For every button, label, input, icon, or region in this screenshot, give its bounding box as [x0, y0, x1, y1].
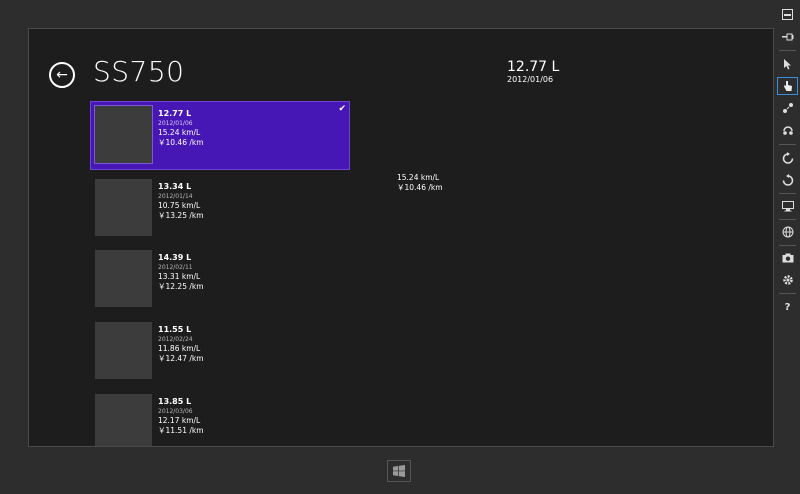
entry-cost: ￥12.47 /km — [158, 354, 204, 363]
detail-amount: 12.77 L — [507, 59, 560, 75]
list-item[interactable]: 11.55 L 2012/02/24 11.86 km/L ￥12.47 /km — [91, 318, 349, 385]
entry-amount: 14.39 L — [158, 253, 192, 262]
entry-date: 2012/03/06 — [158, 408, 193, 415]
entry-date: 2012/02/11 — [158, 264, 193, 271]
rotate-counterclockwise-icon[interactable] — [777, 171, 798, 189]
windows-logo-icon — [393, 465, 405, 477]
entry-amount: 11.55 L — [158, 325, 192, 334]
toolbar-divider — [779, 293, 796, 294]
windows-button[interactable] — [387, 460, 411, 482]
entry-cost: ￥12.25 /km — [158, 282, 204, 291]
entry-date: 2012/02/24 — [158, 336, 193, 343]
entry-cost: ￥11.51 /km — [158, 426, 204, 435]
list-item[interactable]: 13.34 L 2012/01/14 10.75 km/L ￥13.25 /km — [91, 175, 349, 242]
entry-thumbnail — [95, 179, 152, 236]
help-label: ? — [784, 301, 791, 313]
list-item[interactable]: 13.85 L 2012/03/06 12.17 km/L ￥11.51 /km — [91, 390, 349, 446]
simulator-toolbar: ? — [775, 0, 800, 494]
toolbar-divider — [779, 245, 796, 246]
entry-date: 2012/01/14 — [158, 193, 193, 200]
toolbar-divider — [779, 193, 796, 194]
entry-thumbnail — [94, 105, 153, 164]
list-item[interactable]: 14.39 L 2012/02/11 13.31 km/L ￥12.25 /km — [91, 246, 349, 313]
detail-cost: ￥10.46 /km — [397, 183, 443, 192]
minimize-icon[interactable] — [777, 5, 798, 23]
pin-icon[interactable] — [777, 28, 798, 46]
rotate-touch-icon[interactable] — [777, 121, 798, 139]
detail-efficiency: 15.24 km/L — [397, 173, 440, 182]
entry-amount: 13.34 L — [158, 182, 192, 191]
resolution-icon[interactable] — [777, 197, 798, 215]
entry-efficiency: 12.17 km/L — [158, 416, 201, 425]
entry-efficiency: 10.75 km/L — [158, 201, 201, 210]
entry-thumbnail — [95, 394, 152, 446]
back-button[interactable]: ← — [49, 62, 75, 88]
screenshot-camera-icon[interactable] — [777, 249, 798, 267]
mouse-pointer-icon[interactable] — [777, 55, 798, 73]
entry-amount: 12.77 L — [158, 109, 192, 118]
pinch-zoom-icon[interactable] — [777, 99, 798, 117]
detail-date: 2012/01/06 — [507, 75, 554, 84]
entry-thumbnail — [95, 322, 152, 379]
toolbar-divider — [779, 144, 796, 145]
toolbar-divider — [779, 219, 796, 220]
entry-efficiency: 13.31 km/L — [158, 272, 201, 281]
touch-hand-icon[interactable] — [777, 77, 798, 95]
app-screen: ← SS750 12.77 L 2012/01/06 15.24 km/L ￥1… — [28, 28, 774, 447]
settings-gear-icon[interactable] — [777, 271, 798, 289]
back-arrow-icon: ← — [56, 67, 68, 83]
entry-efficiency: 15.24 km/L — [158, 128, 201, 137]
location-globe-icon[interactable] — [777, 223, 798, 241]
help-icon[interactable]: ? — [777, 298, 798, 316]
detail-panel: 15.24 km/L ￥10.46 /km — [397, 173, 443, 193]
entry-cost: ￥10.46 /km — [158, 138, 204, 147]
entry-cost: ￥13.25 /km — [158, 211, 204, 220]
entry-amount: 13.85 L — [158, 397, 192, 406]
detail-header: 12.77 L 2012/01/06 — [507, 59, 559, 84]
checkmark-icon: ✔ — [338, 104, 346, 114]
toolbar-divider — [779, 50, 796, 51]
rotate-clockwise-icon[interactable] — [777, 149, 798, 167]
list-item[interactable]: 12.77 L 2012/01/06 15.24 km/L ￥10.46 /km… — [90, 101, 350, 170]
entry-efficiency: 11.86 km/L — [158, 344, 201, 353]
page-title: SS750 — [93, 55, 185, 88]
entry-date: 2012/01/06 — [158, 120, 193, 127]
entry-thumbnail — [95, 250, 152, 307]
